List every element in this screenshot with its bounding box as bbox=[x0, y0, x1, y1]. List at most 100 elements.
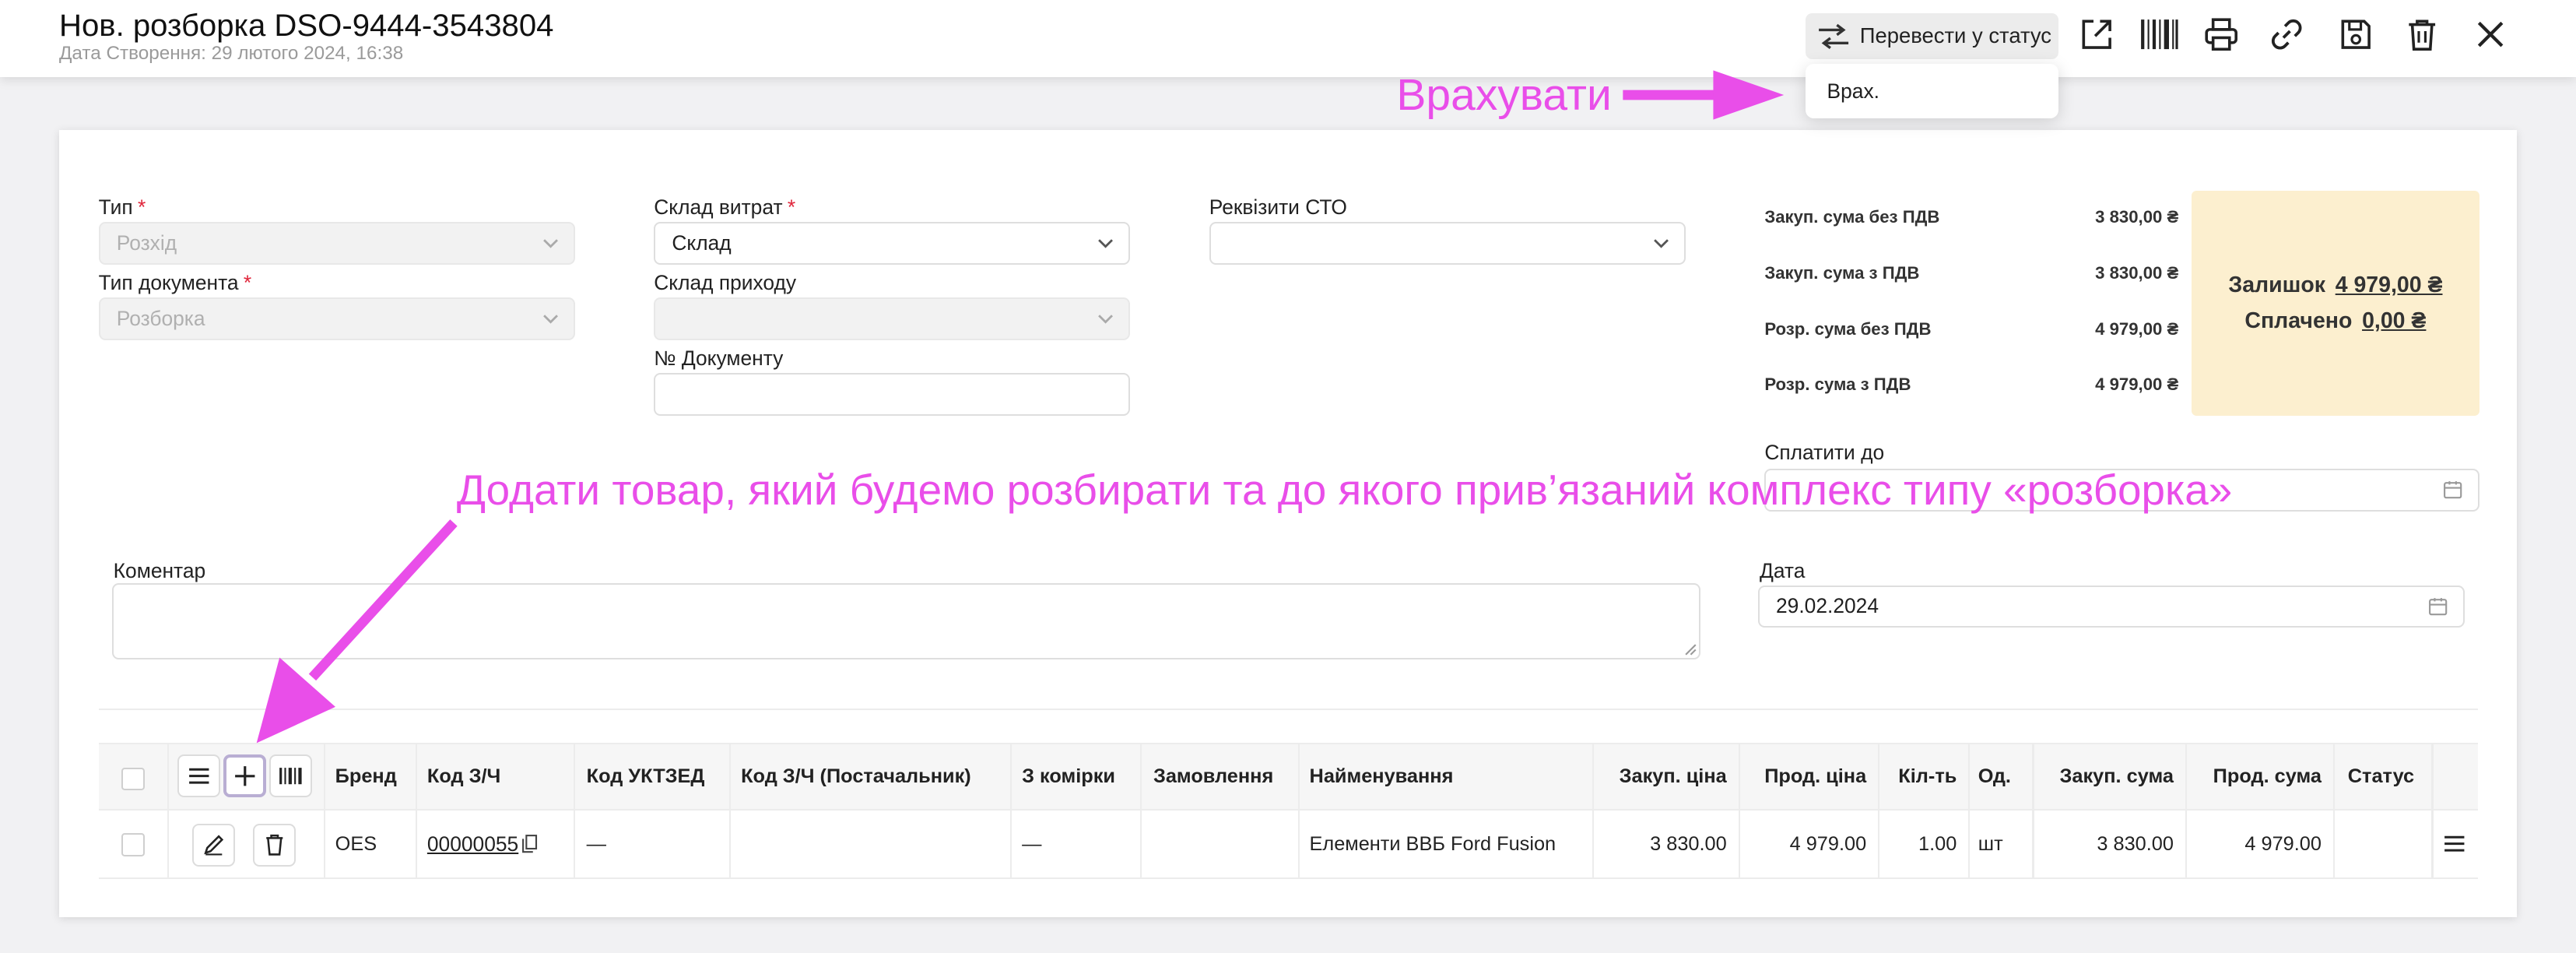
column-separator bbox=[167, 743, 170, 880]
expense-warehouse-label: Склад витрат * bbox=[654, 195, 796, 220]
doc-number-label: № Документу bbox=[654, 346, 784, 371]
column-separator bbox=[1738, 743, 1740, 880]
sto-details-select[interactable] bbox=[1209, 221, 1686, 265]
date-value: 29.02.2024 bbox=[1775, 594, 1879, 618]
sto-details-label: Реквізити СТО bbox=[1209, 195, 1347, 220]
column-separator bbox=[573, 743, 575, 880]
col-name[interactable]: Найменування bbox=[1310, 744, 1454, 808]
date-label: Дата bbox=[1759, 558, 1806, 582]
change-status-label: Перевести у статус bbox=[1859, 23, 2051, 48]
save-icon[interactable] bbox=[2336, 15, 2376, 55]
income-warehouse-label: Склад приходу bbox=[654, 271, 797, 295]
cell-qty: 1.00 bbox=[1918, 832, 1957, 855]
delete-row-button[interactable] bbox=[253, 823, 296, 867]
income-warehouse-select[interactable] bbox=[654, 297, 1131, 340]
table-header: Бренд Код З/Ч Код УКТЗЕД Код З/Ч (Постач… bbox=[98, 743, 2478, 811]
remaining-value[interactable]: 4 979,00 ₴ bbox=[2336, 273, 2443, 297]
column-separator bbox=[1968, 743, 1971, 880]
cell-from-cell: — bbox=[1022, 832, 1042, 855]
columns-menu-button[interactable] bbox=[177, 754, 220, 797]
type-select[interactable]: Розхід bbox=[98, 221, 575, 265]
status-option-account[interactable]: Врах. bbox=[1827, 79, 1879, 104]
chevron-down-icon bbox=[542, 239, 558, 248]
table-row[interactable]: OES 00000055 — — Елементи ВВБ Ford Fusio… bbox=[98, 810, 2478, 880]
barcode-icon[interactable] bbox=[2139, 15, 2179, 55]
column-separator bbox=[416, 743, 418, 880]
doc-number-input[interactable] bbox=[654, 373, 1131, 417]
select-all-checkbox[interactable] bbox=[121, 767, 145, 791]
col-brand[interactable]: Бренд bbox=[335, 744, 397, 808]
row-menu-icon[interactable] bbox=[2443, 811, 2466, 878]
change-status-button[interactable]: Перевести у статус bbox=[1806, 12, 2059, 59]
cell-sell-sum: 4 979.00 bbox=[2244, 832, 2322, 855]
col-unit[interactable]: Од. bbox=[1978, 744, 2011, 808]
row-checkbox[interactable] bbox=[121, 833, 145, 856]
created-date: Дата Створення: 29 лютого 2024, 16:38 bbox=[58, 42, 404, 64]
expense-warehouse-select[interactable]: Склад bbox=[654, 221, 1131, 265]
part-code-link[interactable]: 00000055 bbox=[427, 832, 518, 856]
plus-icon bbox=[234, 765, 255, 786]
column-separator bbox=[2431, 743, 2434, 880]
type-value: Розхід bbox=[116, 230, 177, 255]
col-from-cell[interactable]: З комірки bbox=[1022, 744, 1115, 808]
type-label: Тип * bbox=[98, 195, 146, 220]
doc-type-label: Тип документа * bbox=[98, 271, 252, 295]
swap-arrows-icon bbox=[1818, 23, 1848, 49]
annotation-arrow-down-left bbox=[256, 519, 458, 744]
col-qty[interactable]: Кіл-ть bbox=[1881, 744, 1957, 808]
add-item-button[interactable] bbox=[223, 754, 266, 797]
paid-value[interactable]: 0,00 ₴ bbox=[2362, 308, 2426, 333]
col-buy-sum[interactable]: Закуп. сума bbox=[2037, 744, 2174, 808]
cell-unit: шт bbox=[1978, 832, 2003, 855]
column-separator bbox=[2185, 743, 2187, 880]
page-title: Нов. розборка DSO-9444-3543804 bbox=[58, 8, 554, 43]
remaining-label: Залишок bbox=[2228, 273, 2326, 298]
cell-buy-price: 3 830.00 bbox=[1650, 832, 1727, 855]
col-uktzed[interactable]: Код УКТЗЕД bbox=[587, 744, 705, 808]
col-part-code[interactable]: Код З/Ч bbox=[427, 744, 500, 808]
scan-barcode-button[interactable] bbox=[269, 754, 313, 797]
calendar-icon bbox=[2444, 481, 2462, 499]
export-icon[interactable] bbox=[2076, 15, 2116, 55]
column-separator bbox=[1592, 743, 1594, 880]
col-supplier-code[interactable]: Код З/Ч (Постачальник) bbox=[741, 744, 971, 808]
col-sell-sum[interactable]: Прод. сума bbox=[2185, 744, 2322, 808]
column-separator bbox=[1140, 743, 1142, 880]
cell-brand: OES bbox=[335, 832, 377, 855]
menu-icon bbox=[188, 768, 209, 784]
status-dropdown: Врах. bbox=[1806, 64, 2059, 118]
annotation-middle: Додати товар, який будемо розбирати та д… bbox=[456, 466, 2233, 515]
copy-icon[interactable] bbox=[521, 834, 538, 853]
pay-until-label: Сплатити до bbox=[1764, 440, 1885, 464]
col-buy-price[interactable]: Закуп. ціна bbox=[1594, 744, 1727, 808]
sum-row: Розр. сума без ПДВ 4 979,00 ₴ bbox=[1764, 318, 2179, 339]
annotation-top: Врахувати bbox=[1396, 69, 1612, 120]
column-separator bbox=[2332, 743, 2335, 880]
column-separator bbox=[729, 743, 732, 880]
paid-label: Сплачено bbox=[2244, 308, 2353, 333]
cell-sell-price: 4 979.00 bbox=[1789, 832, 1867, 855]
date-input[interactable]: 29.02.2024 bbox=[1757, 585, 2465, 628]
trash-icon bbox=[265, 835, 283, 856]
edit-row-button[interactable] bbox=[191, 823, 235, 867]
cell-part-code: 00000055 bbox=[427, 811, 539, 878]
col-sell-price[interactable]: Прод. ціна bbox=[1742, 744, 1866, 808]
column-separator bbox=[1877, 743, 1880, 880]
close-icon[interactable] bbox=[2471, 15, 2511, 55]
column-separator bbox=[1297, 743, 1300, 880]
expense-warehouse-value: Склад bbox=[672, 230, 732, 255]
col-order[interactable]: Замовлення bbox=[1153, 744, 1273, 808]
print-icon[interactable] bbox=[2202, 15, 2241, 55]
cell-uktzed: — bbox=[586, 832, 606, 855]
cell-buy-sum: 3 830.00 bbox=[2097, 832, 2174, 855]
doc-type-select[interactable]: Розборка bbox=[98, 297, 575, 340]
trash-icon[interactable] bbox=[2402, 15, 2441, 55]
col-status[interactable]: Статус bbox=[2348, 744, 2414, 808]
cell-name: Елементи ВВБ Ford Fusion bbox=[1309, 832, 1556, 855]
chevron-down-icon bbox=[1654, 239, 1669, 248]
doc-type-value: Розборка bbox=[116, 307, 205, 331]
link-icon[interactable] bbox=[2267, 15, 2307, 55]
annotation-arrow-right bbox=[1623, 70, 1785, 121]
barcode-icon bbox=[279, 767, 302, 784]
calendar-icon bbox=[2429, 598, 2448, 616]
